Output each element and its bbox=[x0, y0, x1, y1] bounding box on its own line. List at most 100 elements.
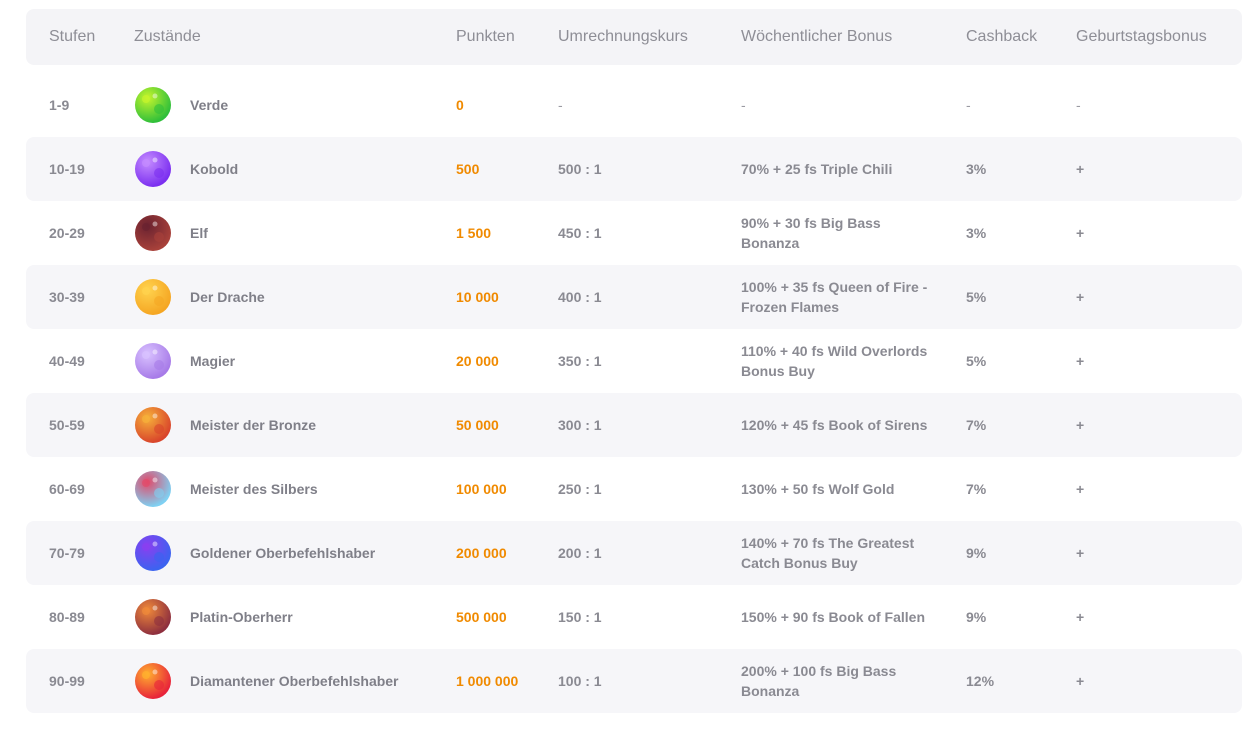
cashback-value: 12% bbox=[966, 673, 995, 689]
status-name: Platin-Oberherr bbox=[190, 609, 293, 625]
points-value: 500 bbox=[456, 161, 480, 177]
level-range: 30-39 bbox=[49, 289, 85, 305]
silver-planet-icon bbox=[133, 469, 173, 509]
vip-levels-table: Stufen Zustände Punkten Umrechnungskurs … bbox=[26, 9, 1242, 713]
status-name: Verde bbox=[190, 97, 229, 113]
points-value: 100 000 bbox=[456, 481, 507, 497]
status-name: Meister des Silbers bbox=[190, 481, 318, 497]
status-name: Magier bbox=[190, 353, 236, 369]
conversion-rate: 100 : 1 bbox=[558, 673, 602, 689]
bronze-planet-icon bbox=[133, 405, 173, 445]
conversion-rate: 250 : 1 bbox=[558, 481, 602, 497]
table-row: 50-59 Meister der Bronze 50 000 300 : 1 … bbox=[26, 393, 1242, 457]
conversion-rate: 350 : 1 bbox=[558, 353, 602, 369]
table-row: 1-9 Verde 0 - - - - bbox=[26, 73, 1242, 137]
birthday-bonus: + bbox=[1076, 225, 1085, 241]
weekly-bonus: 110% + 40 fs Wild Overlords Bonus Buy bbox=[741, 343, 928, 379]
conversion-rate: 150 : 1 bbox=[558, 609, 602, 625]
conversion-rate: 500 : 1 bbox=[558, 161, 602, 177]
header-level: Stufen bbox=[49, 28, 96, 45]
rocky-red-planet-icon bbox=[133, 213, 173, 253]
weekly-bonus: - bbox=[741, 97, 746, 113]
status-name: Goldener Oberbefehlshaber bbox=[190, 545, 376, 561]
table-row: 90-99 Diamantener Oberbefehlshaber 1 000… bbox=[26, 649, 1242, 713]
cashback-value: 3% bbox=[966, 161, 987, 177]
points-value: 10 000 bbox=[456, 289, 499, 305]
level-range: 90-99 bbox=[49, 673, 85, 689]
conversion-rate: 400 : 1 bbox=[558, 289, 602, 305]
points-value: 50 000 bbox=[456, 417, 499, 433]
cashback-value: 7% bbox=[966, 417, 987, 433]
blue-planet-icon bbox=[133, 533, 173, 573]
purple-swirl-planet-icon bbox=[133, 149, 173, 189]
level-range: 60-69 bbox=[49, 481, 85, 497]
conversion-rate: 200 : 1 bbox=[558, 545, 602, 561]
weekly-bonus: 130% + 50 fs Wolf Gold bbox=[741, 481, 895, 497]
points-value: 0 bbox=[456, 97, 464, 113]
points-value: 1 000 000 bbox=[456, 673, 519, 689]
weekly-bonus: 140% + 70 fs The Greatest Catch Bonus Bu… bbox=[741, 535, 915, 571]
birthday-bonus: + bbox=[1076, 545, 1085, 561]
birthday-bonus: - bbox=[1076, 97, 1081, 113]
level-range: 80-89 bbox=[49, 609, 85, 625]
table-row: 70-79 Goldener Oberbefehlshaber 200 000 … bbox=[26, 521, 1242, 585]
header-weekly-bonus: Wöchentlicher Bonus bbox=[741, 28, 893, 45]
birthday-bonus: + bbox=[1076, 353, 1085, 369]
weekly-bonus: 100% + 35 fs Queen of Fire - Frozen Flam… bbox=[741, 279, 928, 315]
conversion-rate: 300 : 1 bbox=[558, 417, 602, 433]
level-range: 10-19 bbox=[49, 161, 85, 177]
golden-planet-icon bbox=[133, 277, 173, 317]
birthday-bonus: + bbox=[1076, 161, 1085, 177]
weekly-bonus: 120% + 45 fs Book of Sirens bbox=[741, 417, 928, 433]
cashback-value: 5% bbox=[966, 289, 987, 305]
points-value: 500 000 bbox=[456, 609, 507, 625]
table-row: 30-39 Der Drache 10 000 400 : 1 100% + 3… bbox=[26, 265, 1242, 329]
points-value: 200 000 bbox=[456, 545, 507, 561]
header-rate: Umrechnungskurs bbox=[558, 28, 688, 45]
table-header: Stufen Zustände Punkten Umrechnungskurs … bbox=[26, 9, 1242, 65]
header-cashback: Cashback bbox=[966, 28, 1038, 45]
level-range: 70-79 bbox=[49, 545, 85, 561]
red-bumpy-planet-icon bbox=[133, 661, 173, 701]
status-name: Kobold bbox=[190, 161, 239, 177]
weekly-bonus: 150% + 90 fs Book of Fallen bbox=[741, 609, 926, 625]
weekly-bonus: 70% + 25 fs Triple Chili bbox=[741, 161, 893, 177]
header-birthday-bonus: Geburtstagsbonus bbox=[1076, 28, 1207, 45]
birthday-bonus: + bbox=[1076, 609, 1085, 625]
cashback-value: - bbox=[966, 97, 971, 113]
status-name: Diamantener Oberbefehlshaber bbox=[190, 673, 399, 689]
cashback-value: 9% bbox=[966, 545, 987, 561]
points-value: 20 000 bbox=[456, 353, 499, 369]
points-value: 1 500 bbox=[456, 225, 492, 241]
conversion-rate: 450 : 1 bbox=[558, 225, 602, 241]
status-name: Der Drache bbox=[190, 289, 265, 305]
table-row: 60-69 Meister des Silbers 100 000 250 : … bbox=[26, 457, 1242, 521]
cashback-value: 7% bbox=[966, 481, 987, 497]
conversion-rate: - bbox=[558, 97, 563, 113]
cashback-value: 9% bbox=[966, 609, 987, 625]
status-name: Elf bbox=[190, 225, 208, 241]
table-row: 10-19 Kobold 500 500 : 1 70% + 25 fs Tri… bbox=[26, 137, 1242, 201]
birthday-bonus: + bbox=[1076, 417, 1085, 433]
table-row: 40-49 Magier 20 000 350 : 1 110% + 40 fs… bbox=[26, 329, 1242, 393]
birthday-bonus: + bbox=[1076, 673, 1085, 689]
table-body: 1-9 Verde 0 - - - - 10-19 Kobold 500 500… bbox=[26, 73, 1242, 713]
level-range: 1-9 bbox=[49, 97, 70, 113]
cashback-value: 5% bbox=[966, 353, 987, 369]
table-row: 80-89 Platin-Oberherr 500 000 150 : 1 15… bbox=[26, 585, 1242, 649]
weekly-bonus: 90% + 30 fs Big Bass Bonanza bbox=[741, 215, 881, 251]
birthday-bonus: + bbox=[1076, 481, 1085, 497]
header-status: Zustände bbox=[134, 28, 201, 45]
dark-red-planet-icon bbox=[133, 597, 173, 637]
cashback-value: 3% bbox=[966, 225, 987, 241]
header-points: Punkten bbox=[456, 28, 515, 45]
lilac-planet-icon bbox=[133, 341, 173, 381]
green-planet-icon bbox=[133, 85, 173, 125]
level-range: 20-29 bbox=[49, 225, 85, 241]
level-range: 40-49 bbox=[49, 353, 85, 369]
birthday-bonus: + bbox=[1076, 289, 1085, 305]
table-row: 20-29 Elf 1 500 450 : 1 90% + 30 fs Big … bbox=[26, 201, 1242, 265]
weekly-bonus: 200% + 100 fs Big Bass Bonanza bbox=[741, 663, 897, 699]
status-name: Meister der Bronze bbox=[190, 417, 317, 433]
level-range: 50-59 bbox=[49, 417, 85, 433]
